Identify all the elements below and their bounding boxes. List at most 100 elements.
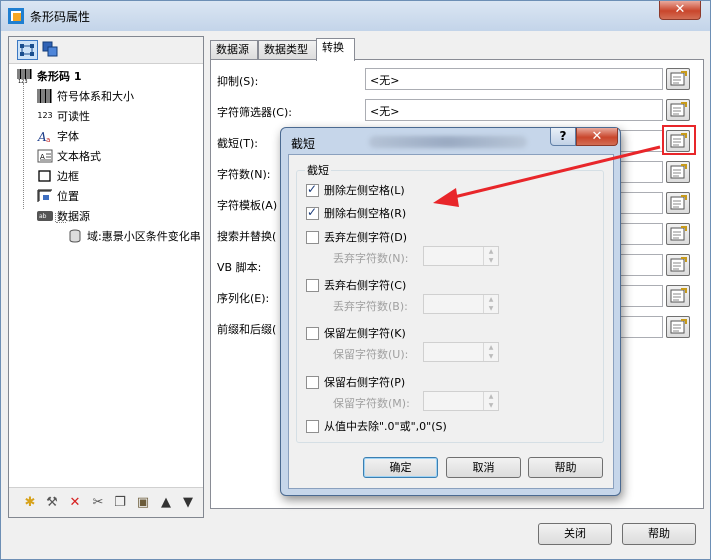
new-item-icon[interactable]: ✱ — [22, 495, 38, 511]
readability-icon: 123 — [37, 111, 53, 120]
edit-properties-icon — [670, 164, 687, 179]
suppress-field[interactable]: <无> — [365, 68, 663, 90]
tree-item-text-format[interactable]: A 文本格式 — [37, 147, 101, 165]
app-icon — [8, 8, 24, 24]
edit-properties-icon — [670, 226, 687, 241]
discard-right-chars-checkbox[interactable]: 丢弃右侧字符(C) — [306, 277, 406, 293]
paste-icon[interactable]: ▣ — [135, 495, 151, 511]
datasource-icon: ab — [37, 209, 53, 223]
keep-right-count-label: 保留字符数(M): — [333, 397, 410, 410]
tree-connector — [23, 83, 24, 209]
keep-right-chars-checkbox[interactable]: 保留右侧字符(P) — [306, 374, 405, 390]
checkbox-label: 删除右侧空格(R) — [324, 207, 407, 220]
char-filter-label: 字符筛选器(C): — [217, 106, 292, 119]
group-label: 截短 — [305, 162, 331, 178]
edit-properties-icon — [670, 102, 687, 117]
serialize-label: 序列化(E): — [217, 292, 270, 305]
tree-item-label: 可读性 — [57, 110, 90, 123]
tree-panel: 123 条形码 1 符号体系和大小 123 可读性 Aa 字体 A 文本格式 边… — [8, 36, 204, 518]
char-count-label: 字符数(N): — [217, 168, 271, 181]
tree-root-barcode[interactable]: 123 条形码 1 — [17, 67, 81, 85]
char-template-label: 字符模板(A) — [217, 199, 278, 212]
checkbox-label: 保留左侧字符(K) — [324, 327, 406, 340]
ok-button[interactable]: 确定 — [363, 457, 438, 478]
prefix-suffix-label: 前缀和后缀( — [217, 323, 277, 336]
tree-item-label: 数据源 — [57, 210, 90, 223]
checkbox-label: 丢弃右侧字符(C) — [324, 279, 407, 292]
svg-text:123: 123 — [18, 79, 28, 83]
tree-root-label: 条形码 1 — [37, 70, 82, 83]
layers-icon[interactable] — [41, 40, 62, 60]
discard-left-count-label: 丢弃字符数(N): — [333, 252, 409, 265]
tree-item-datasource[interactable]: ab 数据源 — [37, 207, 90, 225]
svg-text:a: a — [46, 136, 50, 143]
edit-properties-icon — [670, 288, 687, 303]
keep-left-chars-checkbox[interactable]: 保留左侧字符(K) — [306, 325, 406, 341]
border-icon — [37, 169, 53, 183]
text-format-icon: A — [37, 149, 53, 163]
title-bar[interactable]: 条形码属性 ✕ — [1, 1, 710, 31]
barcode-icon — [37, 89, 53, 103]
position-icon — [37, 189, 53, 203]
edit-properties-icon — [670, 319, 687, 334]
char-template-edit-button[interactable] — [666, 192, 690, 214]
close-button[interactable]: 关闭 — [538, 523, 612, 545]
blurred-title-text — [369, 136, 527, 148]
char-filter-field[interactable]: <无> — [365, 99, 663, 121]
tree-item-label: 域:惠景小区条件变化串 — [87, 230, 201, 243]
serialize-edit-button[interactable] — [666, 285, 690, 307]
suppress-label: 抑制(S): — [217, 75, 259, 88]
tree-toolbar — [9, 37, 203, 64]
tree-item-font[interactable]: Aa 字体 — [37, 127, 79, 145]
search-replace-label: 搜索并替换( — [217, 230, 277, 243]
trim-left-spaces-checkbox[interactable]: ✓ 删除左侧空格(L) — [306, 182, 405, 198]
keep-left-count-label: 保留字符数(U): — [333, 348, 409, 361]
discard-left-count-spinner[interactable]: ▲ ▼ — [423, 246, 499, 266]
move-down-icon[interactable]: ▼ — [180, 495, 196, 511]
tree-item-label: 边框 — [57, 170, 79, 183]
dialog-close-button[interactable]: ✕ — [576, 128, 618, 146]
keep-right-count-spinner[interactable]: ▲ ▼ — [423, 391, 499, 411]
discard-left-chars-checkbox[interactable]: 丢弃左侧字符(D) — [306, 229, 407, 245]
magic-wand-icon[interactable]: ⚒ — [44, 495, 60, 511]
dialog-title: 截短 — [291, 137, 316, 151]
edit-properties-icon — [670, 195, 687, 210]
discard-right-count-spinner[interactable]: ▲ ▼ — [423, 294, 499, 314]
prefix-suffix-edit-button[interactable] — [666, 316, 690, 338]
delete-icon[interactable]: ✕ — [67, 495, 83, 511]
tab-transform[interactable]: 转换 — [316, 38, 355, 61]
tree-list: 123 条形码 1 符号体系和大小 123 可读性 Aa 字体 A 文本格式 边… — [9, 65, 203, 485]
barcode-icon: 123 — [17, 69, 33, 85]
dialog-help-icon[interactable]: ? — [550, 128, 576, 146]
tab-datatype[interactable]: 数据类型 — [258, 40, 317, 60]
dialog-help-button[interactable]: 帮助 — [528, 457, 603, 478]
search-replace-edit-button[interactable] — [666, 223, 690, 245]
help-button[interactable]: 帮助 — [622, 523, 696, 545]
tree-item-readability[interactable]: 123 可读性 — [37, 107, 90, 125]
database-icon — [67, 229, 83, 243]
edit-properties-icon — [670, 257, 687, 272]
copy-icon[interactable]: ❐ — [112, 495, 128, 511]
tree-view-icon[interactable] — [17, 40, 38, 60]
annotation-highlight-box — [662, 125, 696, 155]
tree-item-position[interactable]: 位置 — [37, 187, 79, 205]
checkbox-label: 丢弃左侧字符(D) — [324, 231, 408, 244]
truncate-label: 截短(T): — [217, 137, 259, 150]
char-filter-edit-button[interactable] — [666, 99, 690, 121]
edit-properties-icon — [670, 71, 687, 86]
tree-item-label: 字体 — [57, 130, 79, 143]
char-count-edit-button[interactable] — [666, 161, 690, 183]
tab-datasource[interactable]: 数据源 — [210, 40, 258, 60]
move-up-icon[interactable]: ▲ — [158, 495, 174, 511]
trim-right-spaces-checkbox[interactable]: ✓ 删除右侧空格(R) — [306, 205, 406, 221]
tree-item-border[interactable]: 边框 — [37, 167, 79, 185]
tree-item-field[interactable]: 域:惠景小区条件变化串 — [67, 227, 203, 245]
keep-left-count-spinner[interactable]: ▲ ▼ — [423, 342, 499, 362]
cancel-button[interactable]: 取消 — [446, 457, 521, 478]
vb-script-edit-button[interactable] — [666, 254, 690, 276]
suppress-edit-button[interactable] — [666, 68, 690, 90]
strip-decimal-zero-checkbox[interactable]: 从值中去除".0"或",0"(S) — [306, 418, 447, 434]
tree-item-symbology[interactable]: 符号体系和大小 — [37, 87, 134, 105]
window-close-button[interactable]: ✕ — [659, 1, 701, 20]
cut-icon[interactable]: ✂ — [90, 495, 106, 511]
